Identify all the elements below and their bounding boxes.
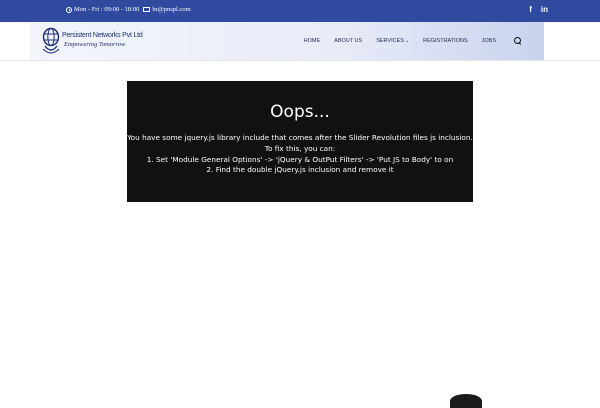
chevron-down-icon: ⌄: [404, 38, 410, 44]
error-title: Oops...: [270, 102, 330, 122]
linkedin-icon[interactable]: in: [541, 5, 548, 15]
contact-email[interactable]: hr@pnspl.com: [152, 6, 190, 13]
clock-icon: [66, 6, 72, 13]
error-line: 2. Find the double jQuery.js inclusion a…: [206, 165, 394, 175]
site-header: Persistent Networks Pvt Ltd Empowering T…: [30, 22, 544, 60]
main-nav: HOME ABOUT US SERVICES ⌄ REGISTRATIONS J…: [304, 22, 522, 60]
error-line: To fix this, you can:: [264, 143, 336, 153]
slider-error-panel: Oops... You have some jquery.js library …: [127, 81, 473, 202]
nav-services[interactable]: SERVICES ⌄: [376, 38, 409, 44]
business-hours: Mon - Fri : 09:00 - 18:00: [74, 6, 140, 13]
facebook-icon[interactable]: f: [529, 5, 532, 15]
nav-home[interactable]: HOME: [304, 38, 321, 44]
error-line: You have some jquery.js library include …: [127, 133, 473, 142]
nav-jobs[interactable]: JOBS: [482, 38, 496, 44]
nav-registrations[interactable]: REGISTRATIONS: [423, 38, 468, 44]
top-bar: Mon - Fri : 09:00 - 18:00 hr@pnspl.com f…: [0, 0, 600, 22]
brand-tagline: Empowering Tomorrow: [64, 41, 126, 48]
partial-image: [450, 394, 482, 408]
social-links: f in: [529, 5, 548, 15]
nav-about-us[interactable]: ABOUT US: [334, 38, 362, 44]
contact-info: Mon - Fri : 09:00 - 18:00 hr@pnspl.com: [66, 6, 191, 13]
error-message: You have some jquery.js library include …: [127, 133, 473, 176]
search-icon[interactable]: [514, 37, 522, 45]
brand-name: Persistent Networks Pvt Ltd: [62, 32, 143, 39]
error-line: 1. Set 'Module General Options' -> 'jQue…: [146, 154, 454, 164]
logo-globe-icon: [42, 27, 60, 54]
nav-services-label: SERVICES: [376, 38, 404, 44]
site-logo[interactable]: Persistent Networks Pvt Ltd Empowering T…: [42, 26, 143, 56]
header-divider: [0, 60, 600, 61]
mail-icon: [143, 7, 151, 12]
